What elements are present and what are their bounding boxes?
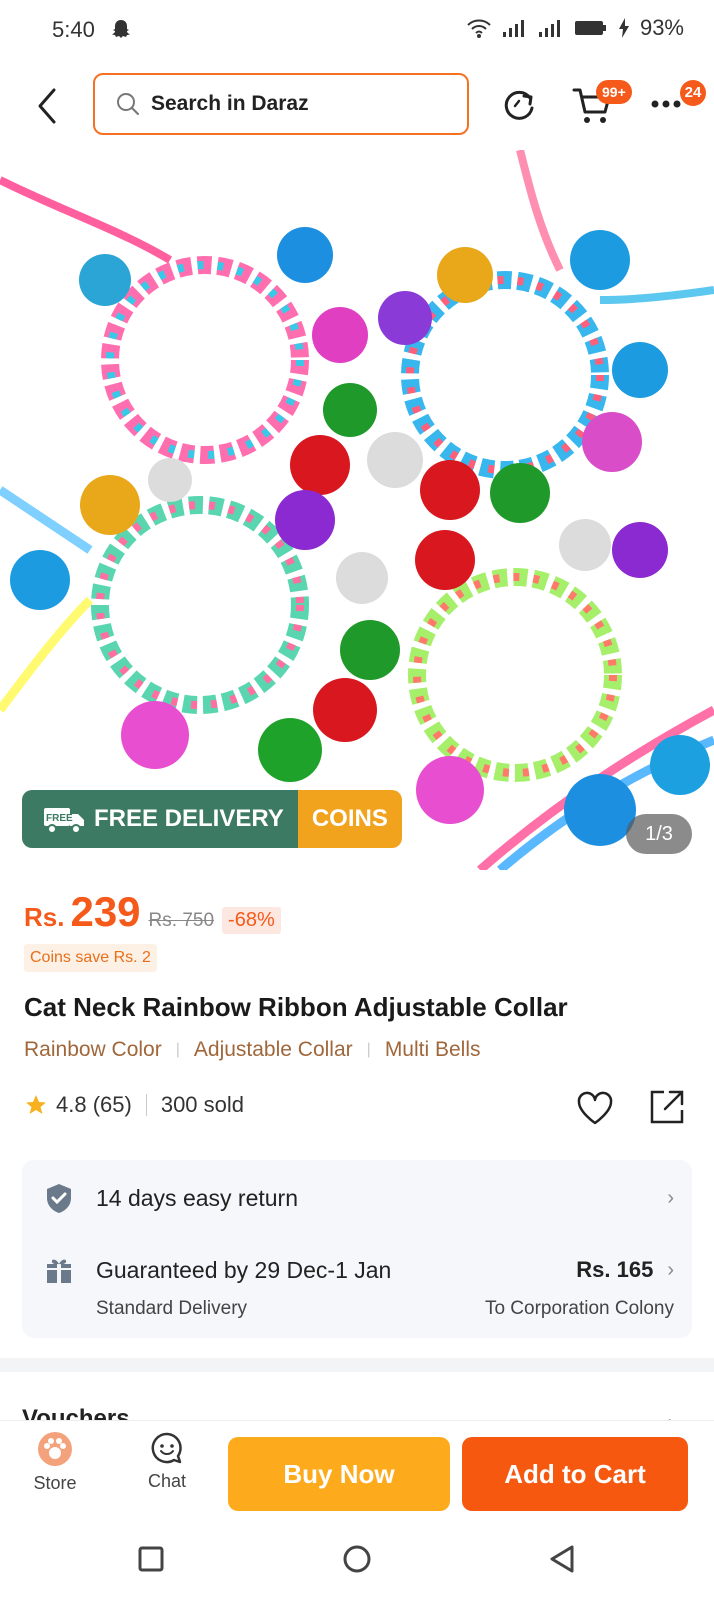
search-input[interactable]: Search in Daraz [93, 73, 469, 135]
delivery-truck-icon: FREE [44, 808, 84, 834]
gift-box-icon [47, 1259, 71, 1283]
coins-badge: COINS [297, 790, 402, 848]
image-counter: 1/3 [626, 814, 692, 854]
delivery-type: Standard Delivery [96, 1298, 248, 1319]
buy-now-button[interactable]: Buy Now [228, 1437, 450, 1511]
notification-badge: 24 [680, 80, 706, 106]
rating-row[interactable]: 4.8 (65) 300 sold [24, 1092, 244, 1118]
status-bar: 5:40 93% [0, 0, 714, 60]
tag-divider: | [366, 1041, 371, 1058]
price-currency: Rs. [24, 902, 65, 932]
rating-divider [145, 1094, 147, 1116]
add-to-cart-button[interactable]: Add to Cart [462, 1437, 688, 1511]
return-policy-text: 14 days easy return [96, 1184, 299, 1211]
current-price: 239 [70, 888, 141, 935]
shield-check-icon [47, 1184, 71, 1213]
delivery-guarantee-text: Guaranteed by 29 Dec-1 Jan [96, 1256, 392, 1283]
more-options-icon[interactable] [650, 98, 686, 110]
store-paw-icon [38, 1432, 72, 1466]
system-nav-bar [0, 1520, 714, 1599]
recent-apps-icon[interactable] [138, 1546, 164, 1572]
share-icon[interactable] [648, 1088, 686, 1126]
coins-save-badge: Coins save Rs. 2 [24, 944, 157, 972]
search-icon [117, 93, 139, 115]
delivery-location: To Corporation Colony [484, 1298, 674, 1319]
snapchat-icon [112, 20, 130, 38]
search-placeholder: Search in Daraz [151, 92, 309, 115]
tag-rainbow-color: Rainbow Color [24, 1038, 162, 1061]
charging-icon [618, 18, 629, 38]
truck-free-text: FREE [46, 813, 73, 824]
top-bar: Search in Daraz 99+ 24 [0, 70, 714, 142]
delivery-fee: Rs. 165 [576, 1257, 654, 1282]
wifi-icon [467, 19, 491, 38]
original-price: Rs. 750 [148, 910, 215, 931]
chat-bubble-icon [151, 1432, 182, 1464]
return-policy-row[interactable]: 14 days easy return › [44, 1178, 674, 1218]
cart-count-badge: 99+ [596, 80, 632, 104]
chevron-right-icon: › [667, 1258, 674, 1281]
battery-icon [574, 21, 606, 35]
delivery-row[interactable]: Guaranteed by 29 Dec-1 Jan Rs. 165 › [44, 1252, 674, 1288]
status-icons: 93% [466, 15, 684, 41]
signal-icon-2 [538, 20, 560, 37]
rating-value: 4.8 (65) [56, 1092, 132, 1117]
free-delivery-badge: FREE FREE DELIVERY [22, 790, 298, 848]
refresh-icon[interactable] [500, 86, 538, 124]
sold-count: 300 sold [160, 1092, 245, 1117]
free-delivery-coins-badge: FREE FREE DELIVERY COINS [22, 790, 402, 848]
wishlist-heart-icon[interactable] [576, 1090, 614, 1126]
tag-multi-bells: Multi Bells [384, 1038, 481, 1061]
back-arrow-icon[interactable] [30, 86, 66, 126]
product-image [0, 150, 714, 870]
section-divider [0, 1358, 714, 1372]
product-tags: Rainbow Color | Adjustable Collar | Mult… [24, 1038, 481, 1062]
chat-label: Chat [147, 1471, 187, 1491]
bottom-action-bar: Store Chat Buy Now Add to Cart [0, 1420, 714, 1521]
service-info-card: 14 days easy return › Guaranteed by 29 D… [22, 1160, 692, 1338]
tag-adjustable-collar: Adjustable Collar [193, 1038, 353, 1061]
home-icon[interactable] [342, 1544, 372, 1574]
price-row: Rs. 239 Rs. 750 -68% [24, 888, 281, 936]
signal-icon [502, 20, 524, 37]
store-label: Store [33, 1473, 77, 1493]
star-icon [26, 1095, 46, 1114]
status-time: 5:40 [52, 17, 95, 42]
delivery-details: Standard Delivery To Corporation Colony [96, 1298, 674, 1320]
free-delivery-label: FREE DELIVERY [94, 805, 284, 832]
system-back-icon[interactable] [548, 1544, 576, 1574]
discount-badge: -68% [222, 907, 281, 934]
chat-button[interactable]: Chat [134, 1431, 200, 1492]
product-image-carousel[interactable] [0, 150, 714, 870]
product-title: Cat Neck Rainbow Ribbon Adjustable Colla… [24, 992, 568, 1022]
chevron-right-icon: › [667, 1186, 674, 1209]
tag-divider: | [175, 1041, 180, 1058]
store-button[interactable]: Store [22, 1431, 88, 1494]
battery-percent: 93% [639, 15, 684, 40]
